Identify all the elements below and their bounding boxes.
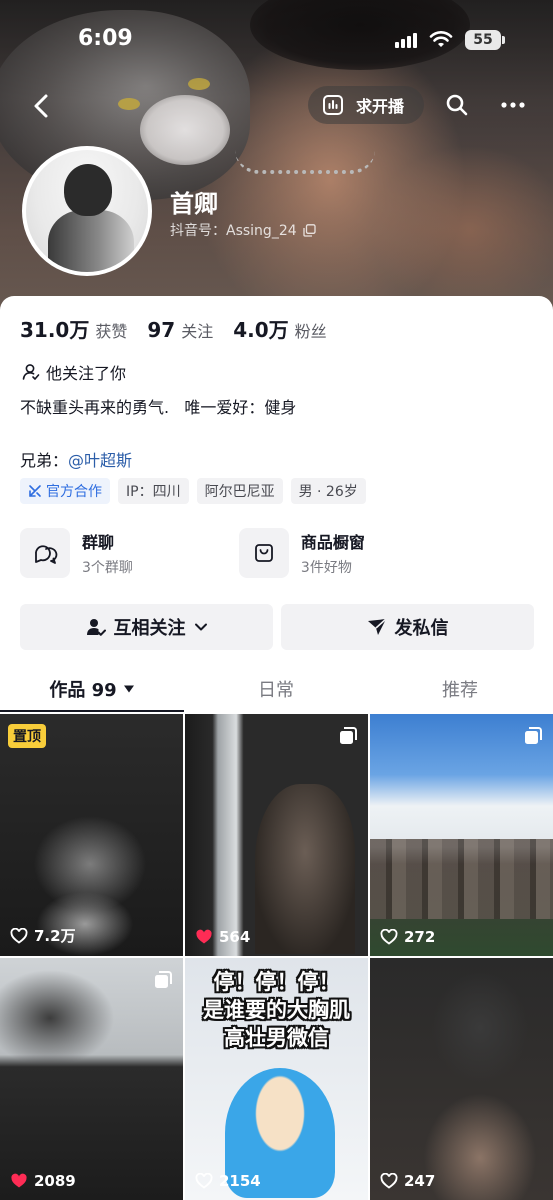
user-check-icon: [86, 619, 106, 636]
heart-outline-icon: [195, 1173, 213, 1189]
tab-works[interactable]: 作品 99: [0, 666, 184, 712]
pinned-badge: 置顶: [8, 724, 46, 748]
stats-row: 31.0万 获赞 97 关注 4.0万 粉丝: [20, 314, 327, 343]
tab-recommended[interactable]: 推荐: [368, 666, 552, 712]
tab-daily[interactable]: 日常: [184, 666, 368, 712]
douyin-id-text: 抖音号：Assing_24: [170, 223, 297, 239]
copy-icon: [302, 223, 316, 237]
multi-image-icon: [340, 727, 357, 744]
douyin-id[interactable]: 抖音号：Assing_24: [170, 220, 316, 240]
stat-followers[interactable]: 4.0万 粉丝: [233, 314, 326, 343]
region-tag: 阿尔巴尼亚: [196, 478, 283, 504]
video-tile[interactable]: 564: [185, 714, 368, 956]
video-grid: 置顶 7.2万 564 272 2089 停！停！停！ 是谁要的大胸肌 高壮男微…: [0, 714, 553, 1200]
like-count: 7.2万: [10, 925, 76, 946]
ip-location-tag: IP：四川: [118, 478, 189, 504]
request-live-button[interactable]: 求开播: [308, 86, 424, 124]
heart-filled-icon: [11, 1173, 27, 1188]
more-button[interactable]: [494, 86, 532, 124]
follows-you-note: 他关注了你: [22, 360, 126, 384]
group-chat-entry[interactable]: 群聊 3个群聊: [20, 528, 133, 578]
status-icons: 55: [395, 30, 505, 50]
group-chat-icon: [35, 545, 58, 564]
status-time: 6:09: [78, 26, 133, 51]
wifi-icon: [429, 31, 453, 47]
search-icon: [446, 94, 468, 116]
caret-down-icon: [123, 685, 134, 693]
shopping-bag-icon: [255, 544, 273, 562]
like-count: 2089: [10, 1172, 76, 1190]
avatar[interactable]: [22, 146, 152, 276]
like-count: 2154: [195, 1172, 261, 1190]
nickname: 首卿: [170, 190, 218, 218]
stat-following[interactable]: 97 关注: [147, 318, 213, 342]
request-live-label: 求开播: [356, 97, 405, 116]
back-arrow-icon: [34, 94, 48, 118]
video-tile[interactable]: 247: [370, 958, 553, 1200]
content-tabs: 作品 99 日常 推荐: [0, 666, 553, 712]
official-partner-tag[interactable]: 官方合作: [20, 478, 110, 504]
like-count: 564: [195, 928, 250, 946]
bio-text: 不缺重头再来的勇气. 唯一爱好：健身: [20, 398, 297, 417]
paper-plane-icon: [367, 618, 387, 635]
official-partner-icon: [29, 485, 41, 497]
mutual-follow-button[interactable]: 互相关注: [20, 604, 273, 650]
tag-row: 官方合作 IP：四川 阿尔巴尼亚 男 · 26岁: [20, 478, 366, 504]
like-count: 272: [380, 928, 435, 946]
send-message-button[interactable]: 发私信: [281, 604, 534, 650]
shop-window-entry[interactable]: 商品橱窗 3件好物: [238, 528, 365, 578]
multi-image-icon: [155, 971, 172, 988]
multi-image-icon: [525, 727, 542, 744]
video-tile[interactable]: 2089: [0, 958, 183, 1200]
signal-icon: [395, 32, 417, 48]
heart-outline-icon: [380, 929, 398, 945]
brother-link[interactable]: @叶超斯: [68, 451, 132, 470]
chevron-down-icon: [194, 623, 207, 631]
heart-outline-icon: [10, 927, 28, 944]
feature-row: 群聊 3个群聊 商品橱窗 3件好物: [20, 528, 365, 578]
video-caption: 高壮男微信: [224, 1026, 329, 1050]
video-tile[interactable]: 停！停！停！ 是谁要的大胸肌 高壮男微信 2154: [185, 958, 368, 1200]
user-check-icon: [22, 364, 40, 380]
video-caption: 是谁要的大胸肌: [203, 998, 350, 1022]
stat-likes[interactable]: 31.0万 获赞: [20, 314, 127, 343]
brother-line: 兄弟：@叶超斯: [20, 451, 133, 470]
battery-icon: 55: [465, 30, 505, 50]
profile-card: 31.0万 获赞 97 关注 4.0万 粉丝 他关注了你 不缺重头再来的勇气. …: [0, 296, 553, 1200]
gender-age-tag: 男 · 26岁: [290, 478, 366, 504]
video-tile[interactable]: 272: [370, 714, 553, 956]
heart-filled-icon: [196, 929, 212, 944]
heart-outline-icon: [380, 1173, 398, 1189]
action-row: 互相关注 发私信: [20, 604, 534, 650]
search-button[interactable]: [438, 86, 476, 124]
more-dots-icon: [501, 102, 525, 108]
back-button[interactable]: [24, 86, 58, 126]
like-count: 247: [380, 1172, 435, 1190]
video-caption: 停！停！停！: [213, 970, 340, 994]
bar-chart-icon: [323, 95, 343, 115]
video-tile[interactable]: 置顶 7.2万: [0, 714, 183, 956]
